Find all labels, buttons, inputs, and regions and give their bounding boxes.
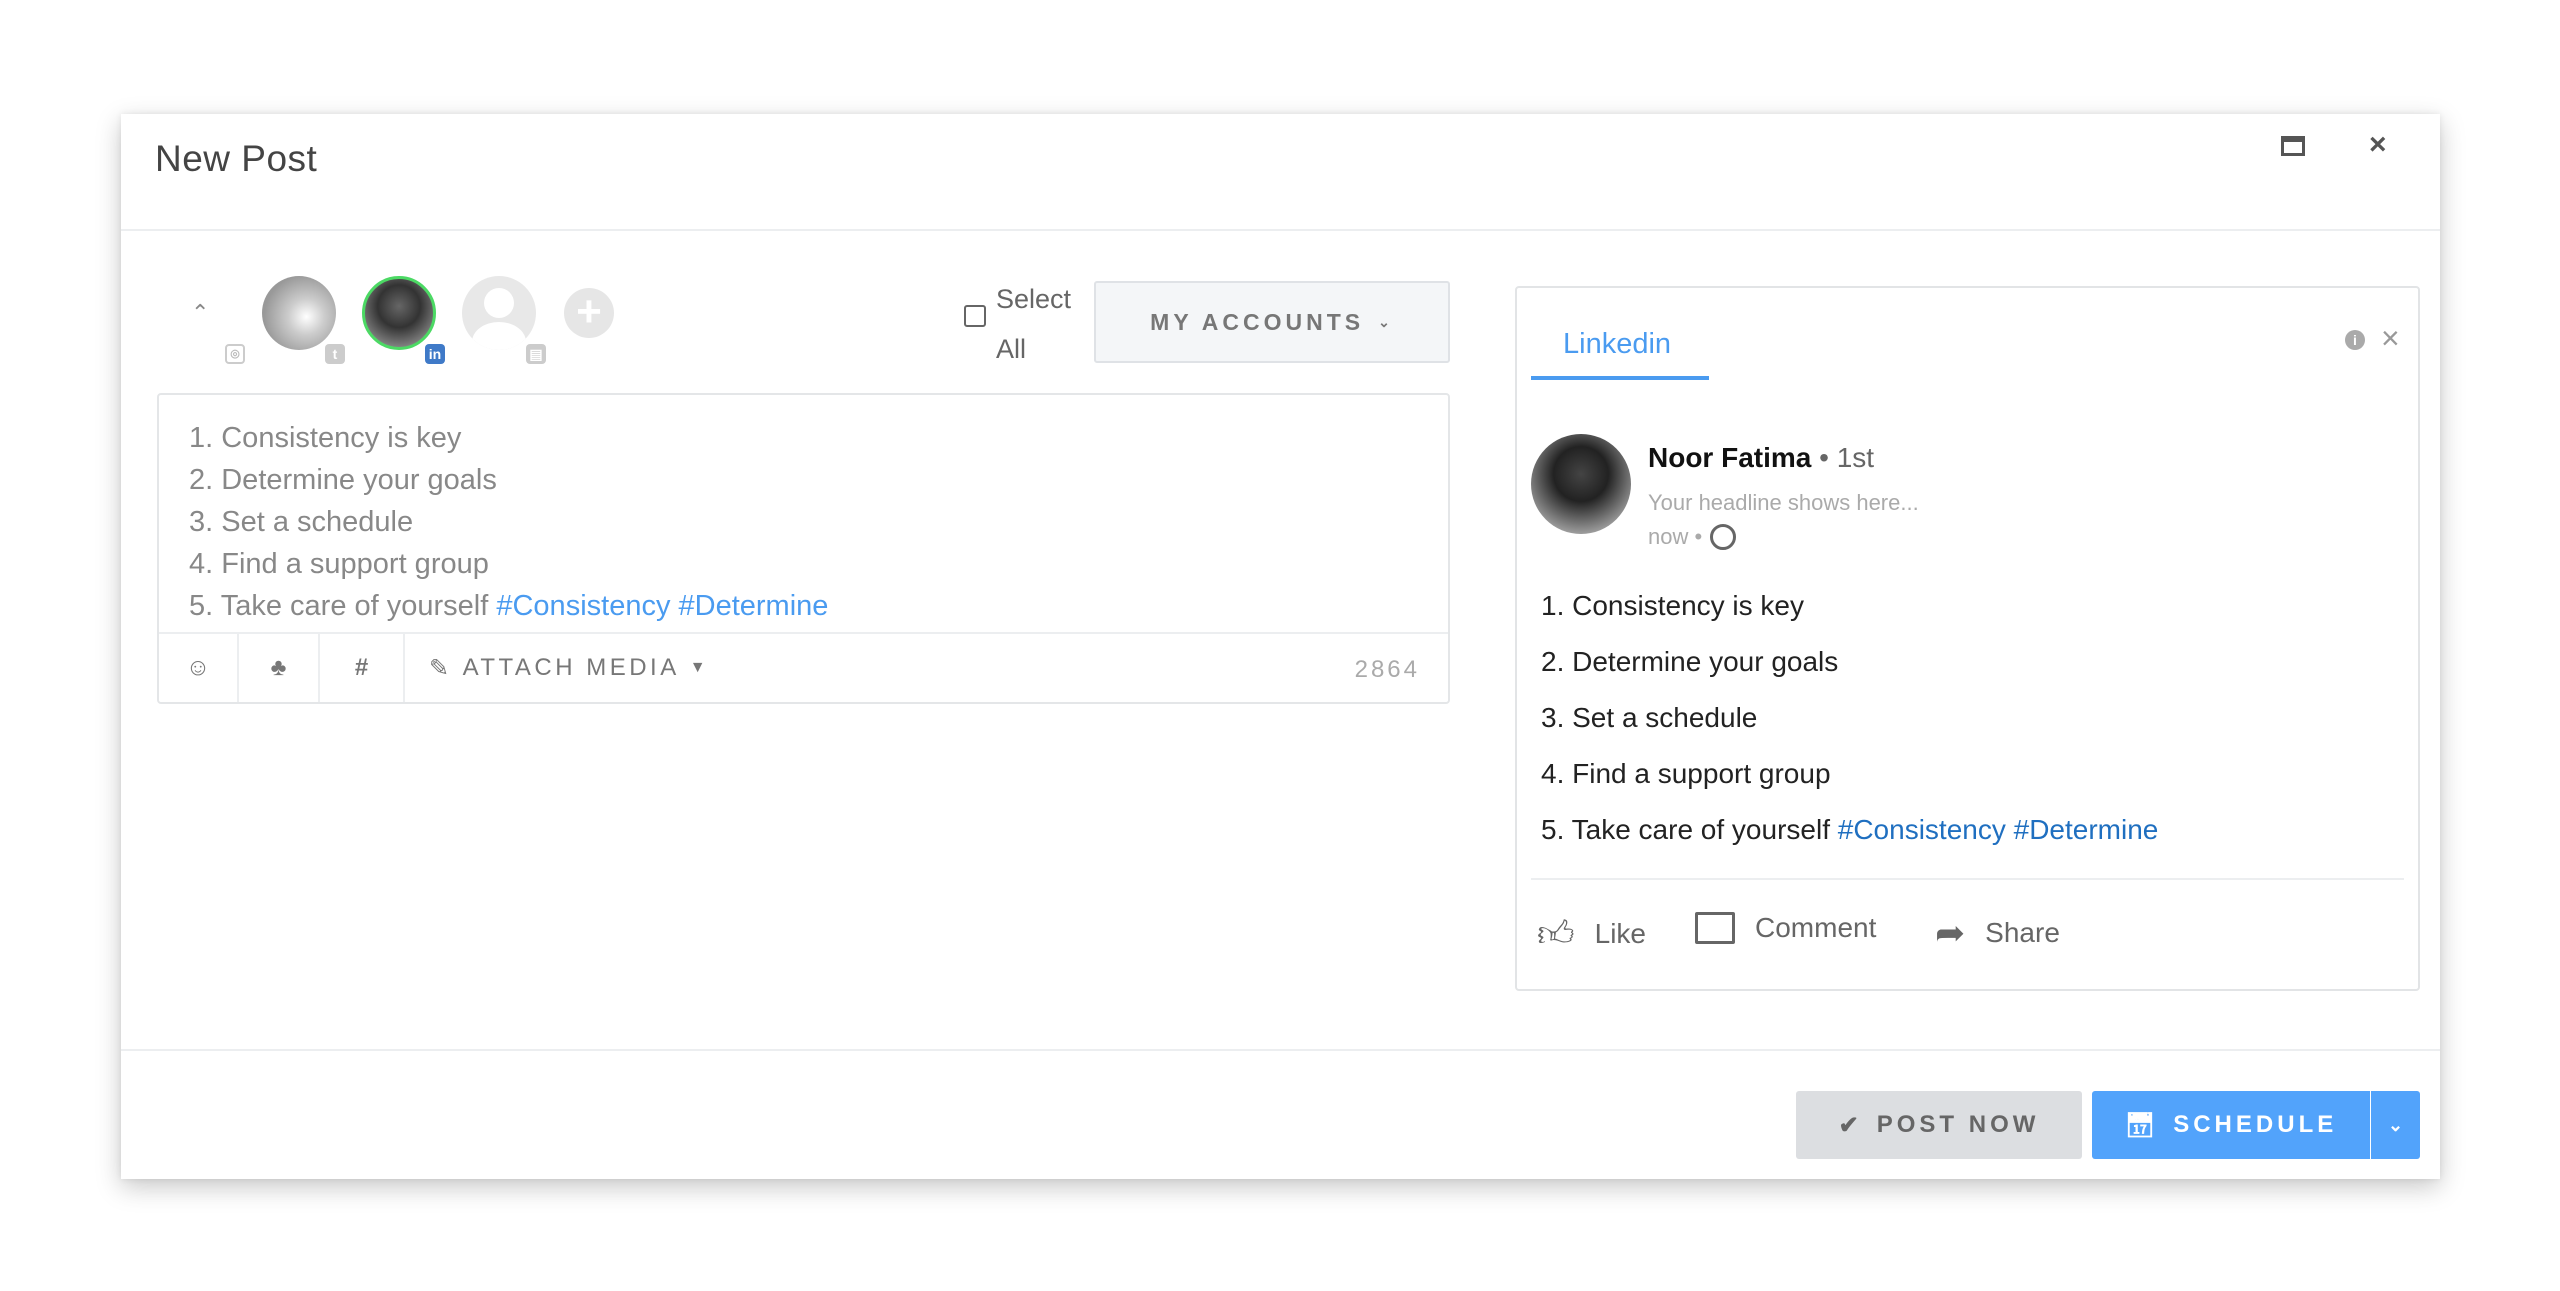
modal-title: New Post bbox=[155, 138, 318, 179]
twitter-icon: t bbox=[325, 344, 345, 364]
linkedin-preview-card: Linkedin i × Noor Fatima • 1st Your head… bbox=[1515, 286, 2420, 991]
post-line: 2. Determine your goals bbox=[189, 464, 497, 496]
linkedin-icon: in bbox=[425, 344, 445, 364]
select-all-checkbox[interactable] bbox=[964, 305, 986, 327]
paperclip-icon: ✎ bbox=[429, 654, 453, 682]
add-account-button[interactable]: + bbox=[564, 288, 614, 338]
hashtag: #Consistency bbox=[496, 590, 671, 622]
twitter-account-avatar[interactable] bbox=[262, 276, 336, 350]
hashtag: #Consistency bbox=[1837, 814, 2006, 845]
account-toggle-icon[interactable]: ⌃ bbox=[191, 300, 209, 326]
preview-line: 5. Take care of yourself #Consistency #D… bbox=[1541, 802, 2158, 858]
my-accounts-dropdown[interactable]: MY ACCOUNTS ⌄ bbox=[1094, 281, 1450, 363]
time-label: now • bbox=[1648, 524, 1703, 549]
post-text[interactable]: 1. Consistency is key 2. Determine your … bbox=[189, 417, 828, 627]
character-count: 2864 bbox=[1354, 656, 1420, 683]
header-divider bbox=[121, 229, 2440, 231]
schedule-label: SCHEDULE bbox=[2173, 1111, 2338, 1138]
linkedin-account-avatar[interactable] bbox=[362, 276, 436, 350]
actions-divider bbox=[1531, 878, 2404, 880]
thumbs-up-icon: 👍︎ bbox=[1537, 913, 1575, 954]
profile-headline: Your headline shows here... bbox=[1648, 490, 1919, 515]
ai-assistant-icon[interactable]: ♣ bbox=[239, 634, 320, 702]
attach-media-label: ATTACH MEDIA bbox=[462, 654, 680, 681]
share-label: Share bbox=[1985, 917, 2060, 948]
preview-line: 1. Consistency is key bbox=[1541, 590, 1804, 621]
preview-body: 1. Consistency is key 2. Determine your … bbox=[1541, 578, 2158, 858]
my-accounts-label: MY ACCOUNTS bbox=[1150, 308, 1365, 335]
preview-line: 3. Set a schedule bbox=[1541, 702, 1758, 733]
like-button[interactable]: 👍︎ Like bbox=[1537, 912, 1646, 956]
comment-icon bbox=[1695, 912, 1735, 944]
select-all-line1: Select bbox=[996, 284, 1072, 314]
info-icon[interactable]: i bbox=[2345, 330, 2365, 350]
schedule-button[interactable]: 📅︎ SCHEDULE bbox=[2092, 1091, 2370, 1159]
post-time: now • bbox=[1648, 524, 1737, 550]
close-preview-icon[interactable]: × bbox=[2381, 320, 2400, 357]
post-editor[interactable]: 1. Consistency is key 2. Determine your … bbox=[157, 393, 1450, 704]
preview-line-text: 5. Take care of yourself bbox=[1541, 814, 1838, 845]
hashtag: #Determine bbox=[678, 590, 829, 622]
editor-toolbar: ☺ ♣ # ✎ ATTACH MEDIA ▼ 2864 bbox=[159, 632, 1448, 702]
chevron-down-icon: ⌄ bbox=[1378, 313, 1394, 330]
instagram-icon: ◎ bbox=[225, 344, 245, 364]
comment-button[interactable]: Comment bbox=[1695, 912, 1876, 944]
post-line: 3. Set a schedule bbox=[189, 506, 414, 538]
post-now-label: POST NOW bbox=[1876, 1111, 2040, 1138]
preview-line: 4. Find a support group bbox=[1541, 758, 1831, 789]
tab-linkedin[interactable]: Linkedin bbox=[1563, 328, 1671, 361]
tab-underline bbox=[1531, 376, 1709, 380]
profile-name: Noor Fatima bbox=[1648, 442, 1812, 473]
profile-name-line: Noor Fatima • 1st bbox=[1648, 442, 1874, 474]
profile-avatar bbox=[1531, 434, 1631, 534]
calendar-check-icon: 📅︎ bbox=[2124, 1111, 2160, 1139]
comment-label: Comment bbox=[1755, 912, 1877, 943]
attach-media-button[interactable]: ✎ ATTACH MEDIA ▼ bbox=[429, 634, 709, 702]
new-post-modal: New Post × ⌃ ◎ t in ▤ + Select All MY AC… bbox=[121, 114, 2440, 1179]
business-icon: ▤ bbox=[526, 344, 546, 364]
caret-down-icon: ▼ bbox=[689, 659, 710, 676]
business-account-avatar[interactable] bbox=[462, 276, 536, 350]
select-all-line2: All bbox=[996, 334, 1027, 364]
share-button[interactable]: ➦ Share bbox=[1935, 912, 2060, 954]
globe-icon bbox=[1710, 524, 1737, 550]
window-maximize-icon[interactable] bbox=[2281, 136, 2305, 156]
post-line: 4. Find a support group bbox=[189, 548, 489, 580]
post-line: 5. Take care of yourself #Consistency #D… bbox=[189, 585, 828, 627]
connection-degree: • 1st bbox=[1811, 442, 1875, 473]
close-icon[interactable]: × bbox=[2369, 128, 2387, 162]
emoji-icon[interactable]: ☺ bbox=[159, 634, 239, 702]
chevron-down-icon: ⌄ bbox=[2387, 1114, 2404, 1135]
hashtag-icon[interactable]: # bbox=[320, 634, 405, 702]
post-line-text: 5. Take care of yourself bbox=[189, 590, 497, 622]
check-icon: ✔ bbox=[1838, 1111, 1863, 1139]
share-icon: ➦ bbox=[1935, 912, 1966, 953]
schedule-options-dropdown[interactable]: ⌄ bbox=[2371, 1091, 2420, 1159]
post-now-button[interactable]: ✔ POST NOW bbox=[1796, 1091, 2082, 1159]
select-all-label: Select All bbox=[996, 274, 1071, 374]
post-line: 1. Consistency is key bbox=[189, 422, 462, 454]
footer-divider bbox=[121, 1049, 2440, 1051]
preview-line: 2. Determine your goals bbox=[1541, 646, 1839, 677]
like-label: Like bbox=[1594, 918, 1646, 949]
hashtag: #Determine bbox=[2013, 814, 2159, 845]
